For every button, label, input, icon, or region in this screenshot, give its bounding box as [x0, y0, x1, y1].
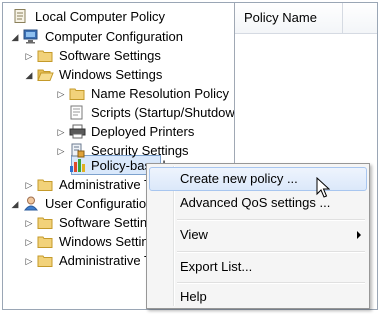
menu-item-advanced-qos-settings[interactable]: Advanced QoS settings ...: [149, 191, 367, 215]
tree-item-label: Name Resolution Policy: [91, 86, 230, 101]
expand-arrow-icon[interactable]: ▷: [23, 232, 35, 252]
mouse-cursor-icon: [316, 177, 330, 198]
tree-item-label: User Configuration: [45, 196, 154, 211]
tree-item-label: Scripts (Startup/Shutdown): [91, 105, 235, 120]
expand-arrow-icon[interactable]: ▷: [23, 213, 35, 233]
menu-separator: [177, 219, 365, 221]
collapse-arrow-icon[interactable]: ◢: [9, 194, 21, 214]
folder-icon: [37, 255, 53, 267]
submenu-arrow-icon: [357, 231, 361, 239]
computer-icon: [23, 29, 38, 44]
menu-item-export-list[interactable]: Export List...: [149, 255, 367, 279]
folder-icon: [37, 50, 53, 62]
policy-document-icon: [14, 9, 26, 23]
menu-item-label: View: [180, 227, 208, 242]
expand-arrow-icon[interactable]: ▷: [23, 175, 35, 195]
menu-item-label: Create new policy ...: [180, 171, 298, 186]
printer-icon: [69, 124, 86, 139]
menu-separator: [177, 251, 365, 253]
qos-chart-icon: [70, 159, 85, 172]
folder-open-icon: [37, 69, 54, 81]
folder-icon: [37, 217, 53, 229]
expand-arrow-icon[interactable]: ▷: [55, 122, 67, 142]
collapse-arrow-icon[interactable]: ◢: [9, 27, 21, 47]
tree-expander: [3, 7, 11, 27]
folder-icon: [37, 179, 53, 191]
folder-icon: [69, 88, 85, 100]
menu-separator: [177, 282, 365, 284]
tree-item-label: Software Settings: [59, 48, 161, 63]
tree-item-label: Deployed Printers: [91, 124, 195, 139]
context-menu: Create new policy ... Advanced QoS setti…: [146, 163, 370, 309]
expand-arrow-icon[interactable]: ▷: [23, 251, 35, 271]
menu-item-view[interactable]: View: [149, 223, 367, 247]
expand-arrow-icon[interactable]: ▷: [55, 84, 67, 104]
menu-item-help[interactable]: Help: [149, 285, 367, 309]
scripts-icon: [70, 105, 83, 120]
tree-expander: [55, 156, 67, 176]
column-header-row: Policy Name: [235, 3, 377, 34]
expand-arrow-icon[interactable]: ▷: [23, 46, 35, 66]
menu-item-label: Help: [180, 289, 207, 304]
collapse-arrow-icon[interactable]: ◢: [23, 65, 35, 85]
folder-icon: [37, 236, 53, 248]
tree-item-label: Computer Configuration: [45, 29, 184, 44]
tree-expander: [55, 103, 67, 123]
tree-item-label: Windows Settings: [59, 67, 163, 82]
user-icon: [23, 196, 39, 211]
column-header-policy-name[interactable]: Policy Name: [235, 3, 343, 33]
tree-item-label: Local Computer Policy: [35, 9, 166, 24]
menu-item-label: Export List...: [180, 259, 253, 274]
menu-item-create-new-policy[interactable]: Create new policy ...: [149, 167, 367, 191]
menu-item-label: Advanced QoS settings ...: [180, 195, 331, 210]
